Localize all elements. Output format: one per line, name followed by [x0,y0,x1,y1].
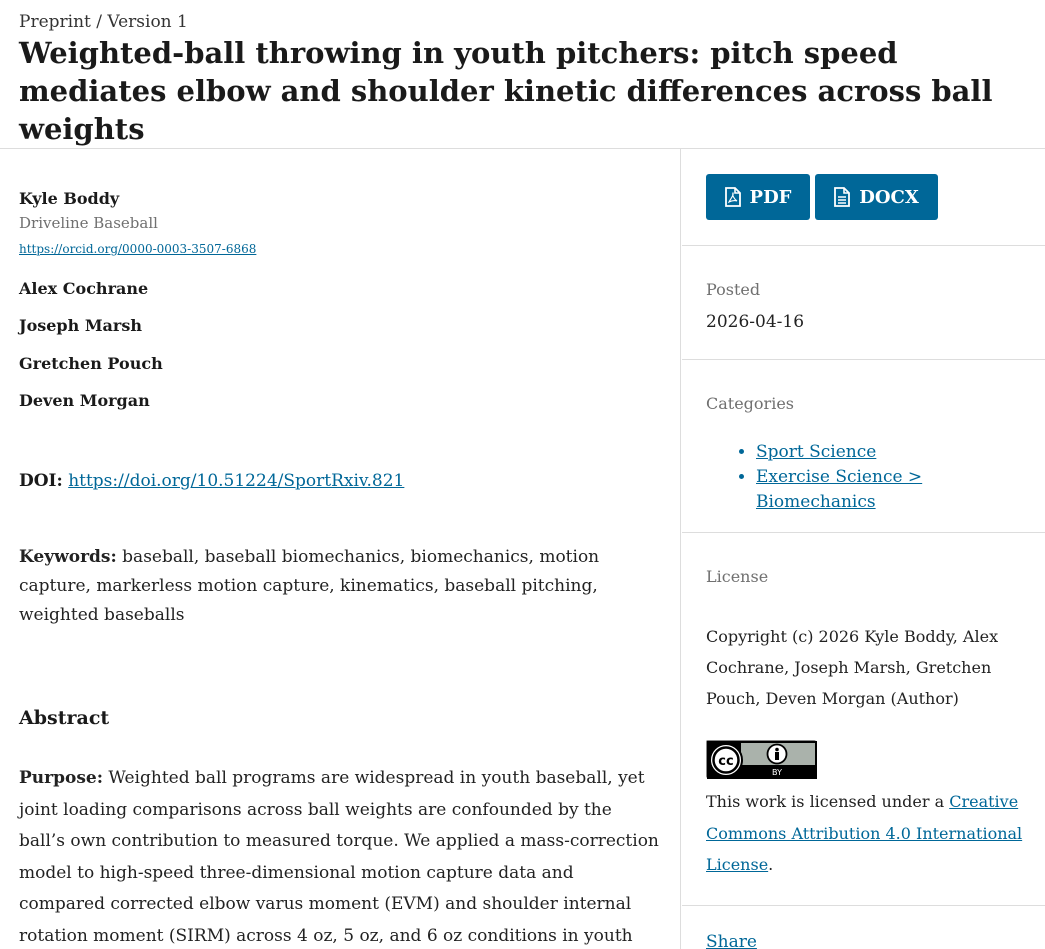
categories-list: Sport Science Exercise Science > Biomech… [756,440,1045,515]
main-column: Kyle Boddy Driveline Baseball https://or… [0,149,681,949]
author-name: Gretchen Pouch [19,354,163,373]
abstract-paragraph: Purpose: Weighted ball programs are wide… [19,763,659,949]
posted-date: 2026-04-16 [706,312,805,332]
divider [682,359,1045,360]
docx-download-button[interactable]: DOCX [815,174,938,220]
share-link[interactable]: Share [706,932,757,949]
keywords: Keywords: baseball, baseball biomechanic… [19,543,659,630]
doi-row: DOI: https://doi.org/10.51224/SportRxiv.… [19,471,404,491]
divider [682,905,1045,906]
doi-link[interactable]: https://doi.org/10.51224/SportRxiv.821 [68,471,404,491]
divider [682,532,1045,533]
copyright-text: Copyright (c) 2026 Kyle Boddy, Alex Coch… [706,627,999,708]
author-affiliation: Driveline Baseball [19,214,158,232]
divider [682,245,1045,246]
article-title: Weighted-ball throwing in youth pitchers… [19,36,993,146]
category-item[interactable]: Sport Science [756,440,1045,465]
license-label: License [706,567,769,586]
cc-by-badge[interactable]: cc BY [706,740,817,779]
doi-label: DOI: [19,471,63,491]
license-suffix: . [768,855,774,874]
author-name: Joseph Marsh [19,316,142,335]
by-text: BY [772,768,782,777]
pdf-button-label: PDF [749,186,792,208]
author-name: Alex Cochrane [19,279,149,298]
cc-text: cc [718,754,733,769]
posted-label: Posted [706,280,761,299]
orcid-link[interactable]: https://orcid.org/0000-0003-3507-6868 [19,242,256,256]
license-statement: This work is licensed under a Creative C… [706,786,1036,881]
category-link[interactable]: Exercise Science > Biomechanics [756,467,922,512]
author-name: Deven Morgan [19,391,150,410]
document-file-icon [834,187,851,207]
purpose-text: Weighted ball programs are widespread in… [19,768,659,946]
docx-button-label: DOCX [859,186,919,208]
pdf-download-button[interactable]: PDF [706,174,810,220]
version-label: Preprint / Version 1 [19,12,188,32]
category-link[interactable]: Sport Science [756,442,876,462]
categories-label: Categories [706,394,794,413]
category-item[interactable]: Exercise Science > Biomechanics [756,465,1045,515]
abstract-heading: Abstract [19,707,110,729]
purpose-label: Purpose: [19,768,103,788]
author-name: Kyle Boddy [19,189,120,208]
sidebar: PDF DOCX Posted 2026-04-16 Categories Sp… [682,149,1045,949]
pdf-file-icon [724,187,741,207]
license-prefix: This work is licensed under a [706,792,950,811]
keywords-label: Keywords: [19,547,117,567]
article-header: Preprint / Version 1 Weighted-ball throw… [0,0,1045,149]
